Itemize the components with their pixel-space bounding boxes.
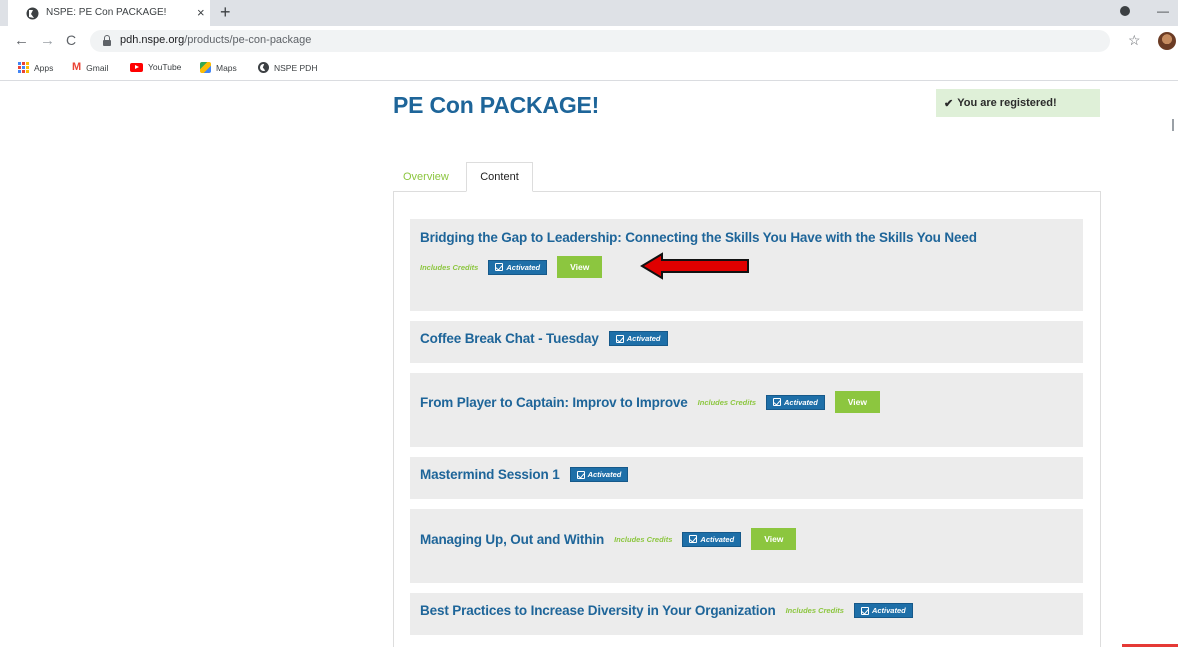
bookmark-maps[interactable]: Maps [200,62,237,73]
item-title-link[interactable]: Coffee Break Chat - Tuesday [420,331,599,346]
includes-credits-label: Includes Credits [785,606,844,615]
forward-arrow-icon[interactable]: → [40,32,55,49]
content-item-mastermind-session: Mastermind Session 1 Activated [410,457,1083,499]
new-tab-icon[interactable]: + [220,2,231,23]
activated-badge: Activated [766,394,825,410]
apps-grid-icon [18,62,29,73]
red-annotation-arrow-icon [640,252,749,280]
maps-icon [200,62,211,73]
bookmark-apps[interactable]: Apps [18,62,53,73]
item-title-link[interactable]: From Player to Captain: Improv to Improv… [420,395,688,410]
content-item-coffee-break-chat: Coffee Break Chat - Tuesday Activated [410,321,1083,363]
close-icon[interactable]: × [197,5,205,20]
activated-badge: Activated [608,331,668,346]
tab-content[interactable]: Content [466,162,533,192]
view-button[interactable]: View [557,256,603,278]
registered-text: You are registered! [957,97,1057,109]
url-text: pdh.nspe.org/products/pe-con-package [120,34,312,46]
tab-overview[interactable]: Overview [393,163,459,191]
activated-badge: Activated [853,603,913,618]
browser-tab-strip: NSPE: PE Con PACKAGE! × + — [0,0,1178,26]
bookmarks-bar: Apps M Gmail YouTube Maps NSPE PDH [0,57,1178,131]
bookmark-label: Gmail [86,62,109,73]
content-item-player-to-captain: From Player to Captain: Improv to Improv… [410,373,1083,447]
includes-credits-label: Includes Credits [614,534,673,544]
bookmarks-edge-divider [1172,119,1174,131]
item-title-link[interactable]: Mastermind Session 1 [420,467,560,482]
profile-dot-icon[interactable] [1120,6,1130,16]
bookmark-star-icon[interactable]: ☆ [1128,32,1141,49]
bookmark-label: YouTube [148,62,182,72]
bookmark-gmail[interactable]: M Gmail [72,62,108,73]
content-item-best-practices-diversity: Best Practices to Increase Diversity in … [410,593,1083,635]
address-toolbar: ← → C pdh.nspe.org/products/pe-con-packa… [0,26,1178,57]
registered-status-badge: ✔ You are registered! [936,89,1100,117]
bookmark-youtube[interactable]: YouTube [130,62,181,72]
activated-badge: Activated [569,467,629,482]
gmail-icon: M [72,61,82,73]
checkbox-icon [615,334,624,343]
reload-icon[interactable]: C [66,32,76,48]
item-title-link[interactable]: Bridging the Gap to Leadership: Connecti… [420,230,977,245]
youtube-icon [130,62,143,72]
browser-tab[interactable]: NSPE: PE Con PACKAGE! × [8,0,210,26]
bookmark-label: Apps [34,62,54,73]
url-bar[interactable]: pdh.nspe.org/products/pe-con-package [90,30,1110,52]
bookmark-label: NSPE PDH [274,62,318,73]
view-button[interactable]: View [751,528,797,550]
content-item-managing-up: Managing Up, Out and Within Includes Cre… [410,509,1083,583]
checkbox-icon [860,606,869,615]
lock-icon[interactable] [103,35,111,46]
check-icon: ✔ [944,97,954,110]
bookmark-label: Maps [216,62,237,73]
globe-icon [258,62,269,73]
avatar[interactable] [1158,32,1176,50]
page-title: PE Con PACKAGE! [393,92,600,118]
checkbox-icon [773,398,782,406]
includes-credits-label: Includes Credits [420,262,479,272]
back-arrow-icon[interactable]: ← [14,32,29,49]
item-title-link[interactable]: Best Practices to Increase Diversity in … [420,603,776,618]
minimize-icon[interactable]: — [1157,4,1169,18]
activated-badge: Activated [488,259,548,275]
activated-badge: Activated [682,531,742,547]
globe-icon [26,7,39,20]
item-title-link[interactable]: Managing Up, Out and Within [420,532,604,547]
checkbox-icon [689,535,698,543]
view-button[interactable]: View [834,391,880,413]
checkbox-icon [495,263,504,271]
tab-title: NSPE: PE Con PACKAGE! [46,7,167,18]
bookmark-nspe-pdh[interactable]: NSPE PDH [258,62,317,73]
checkbox-icon [576,470,585,479]
includes-credits-label: Includes Credits [697,397,757,407]
